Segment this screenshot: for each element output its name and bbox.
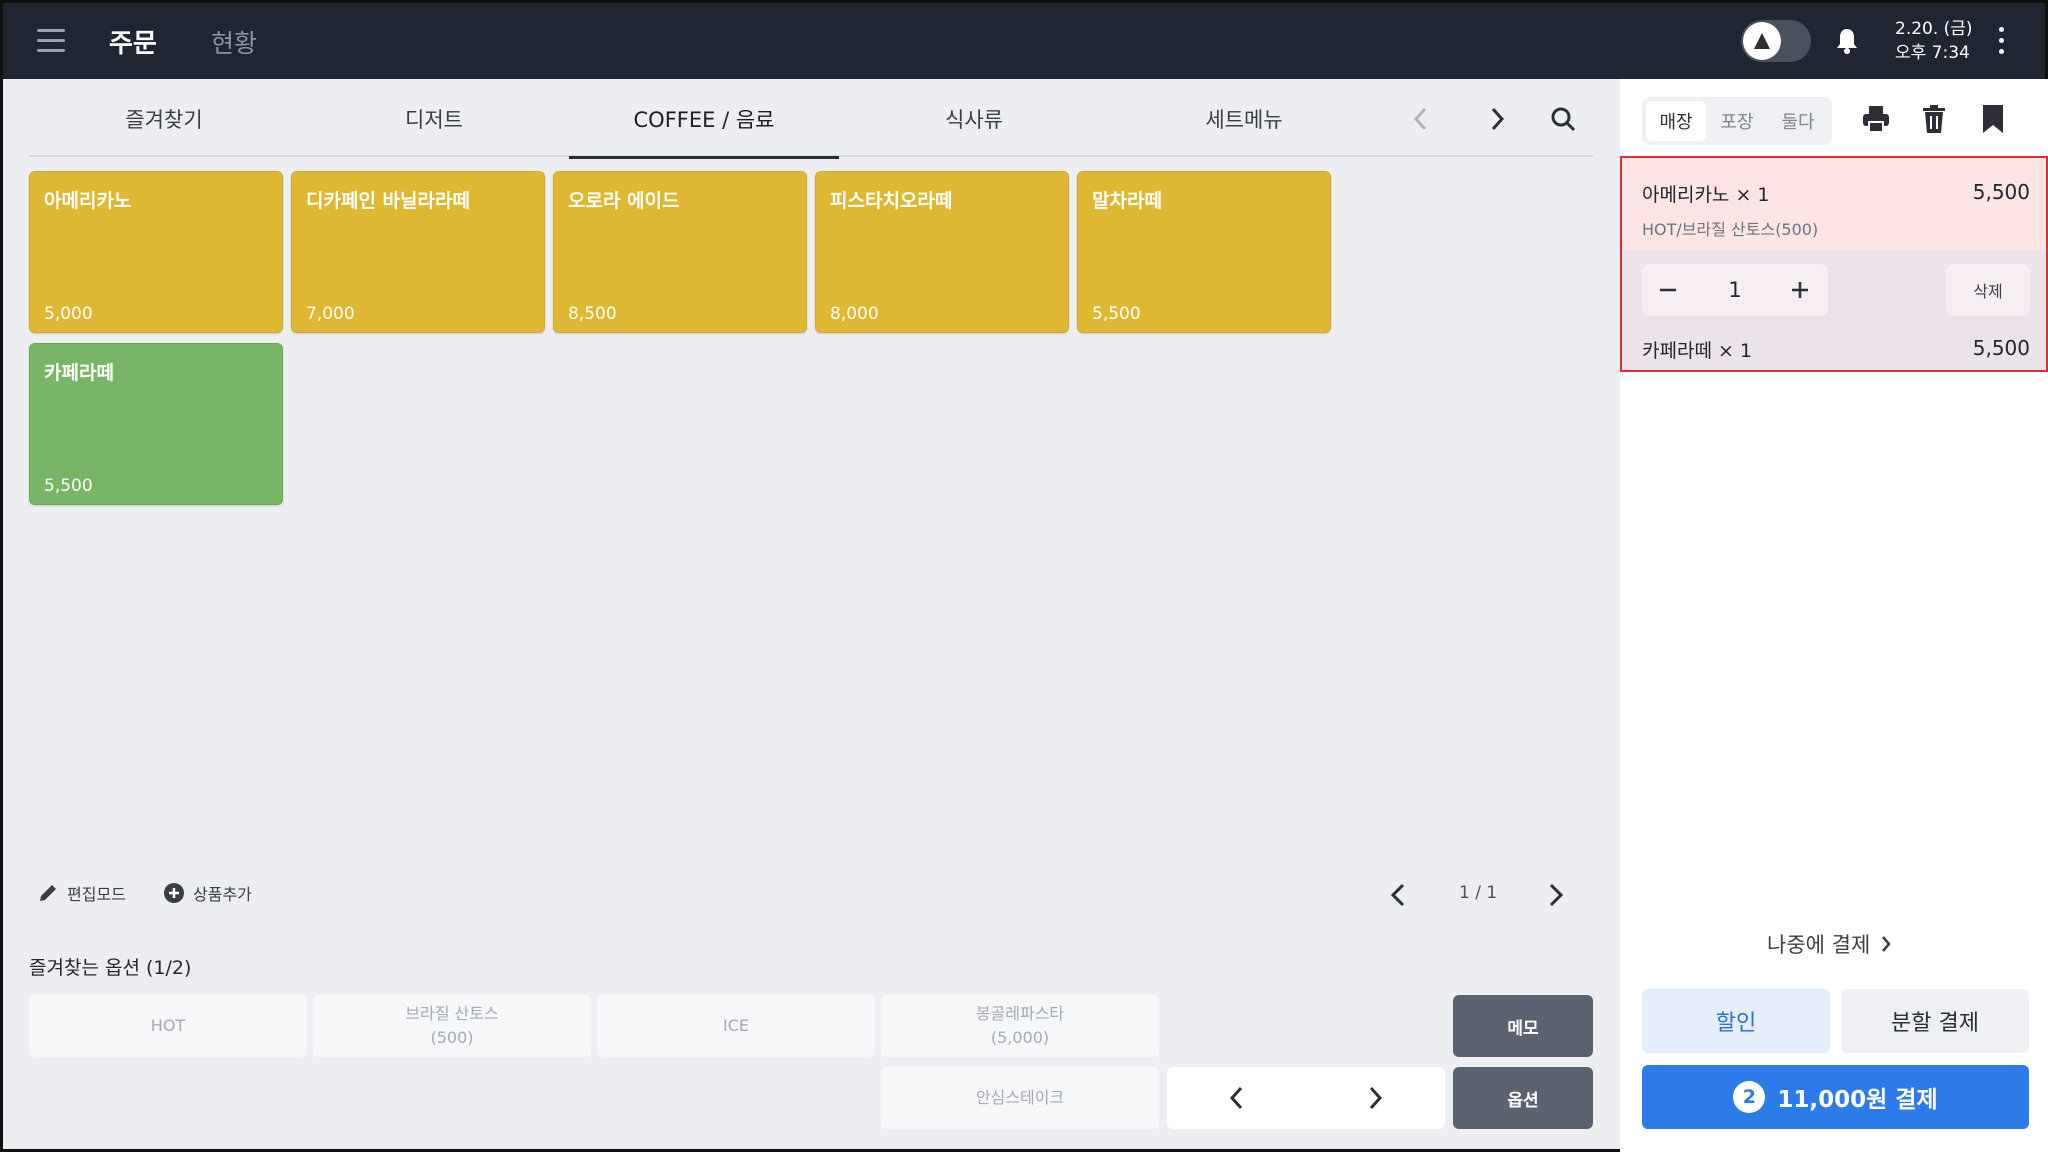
product-price: 8,500 [568,304,617,324]
quantity-value: 1 [1728,278,1742,302]
pay-button[interactable]: 2 11,000원 결제 [1642,1065,2029,1129]
tab-set-menu[interactable]: 세트메뉴 [1109,81,1379,157]
favorite-options-title: 즐겨찾는 옵션 (1/2) [29,957,192,979]
add-product-button[interactable]: 상품추가 [163,881,252,905]
product-name: 디카페인 바닐라라떼 [306,190,470,212]
option-pager [1167,1067,1445,1129]
product-tile[interactable]: 디카페인 바닐라라떼 7,000 [291,171,545,333]
order-item-selected[interactable]: 아메리카노 × 1 5,500 HOT/브라질 산토스(500) [1622,158,2046,250]
edit-mode-label: 편집모드 [67,885,126,904]
plus-icon[interactable] [1774,264,1826,316]
bookmark-icon[interactable] [1975,101,2011,137]
pencil-icon [40,885,56,901]
pay-label: 11,000원 결제 [1777,1087,1938,1113]
option-button[interactable]: ICE [597,995,875,1057]
option-price: (500) [430,1028,474,1047]
order-item-option: HOT/브라질 산토스(500) [1642,220,1819,239]
option-price: (5,000) [990,1028,1050,1047]
option-button-main[interactable]: 옵션 [1453,1067,1593,1129]
product-price: 8,000 [830,304,879,324]
chevron-right-icon [1882,936,1891,952]
segment-takeout[interactable]: 포장 [1707,101,1767,141]
product-price: 7,000 [306,304,355,324]
tab-coffee[interactable]: COFFEE / 음료 [569,81,839,159]
product-name: 카페라떼 [44,362,114,384]
pos-window: 주문 현황 2.20. (금) 오후 7:34 즐겨찾기 디저트 COFFEE … [0,0,2048,1152]
order-item-name[interactable]: 카페라떼 × 1 [1642,336,1752,363]
page-indicator: 1 / 1 [1459,883,1498,903]
quantity-stepper: 1 [1642,264,1828,316]
product-tile[interactable]: 말차라떼 5,500 [1077,171,1331,333]
tab-meal[interactable]: 식사류 [839,81,1109,157]
more-icon[interactable] [1999,27,2007,55]
option-button[interactable]: 브라질 산토스 (500) [313,995,591,1057]
split-payment-button[interactable]: 분할 결제 [1841,989,2029,1053]
edit-mode-button[interactable]: 편집모드 [37,881,126,905]
product-price: 5,000 [44,304,93,324]
minus-icon[interactable] [1642,264,1694,316]
trash-icon[interactable] [1916,101,1952,137]
page-next-icon[interactable] [1541,875,1571,919]
delete-button[interactable]: 삭제 [1946,264,2030,316]
order-item-price: 5,500 [1972,336,2030,360]
date-text: 2.20. (금) [1895,19,1973,39]
product-price: 5,500 [1092,304,1141,324]
search-icon[interactable] [1543,99,1583,139]
option-label: 봉골레파스타 [975,1004,1065,1023]
page-prev-icon[interactable] [1383,875,1413,919]
item-count-badge: 2 [1733,1081,1766,1113]
order-item-name: 아메리카노 × 1 [1642,184,1770,206]
option-label: HOT [150,1016,186,1035]
order-items-highlight: 아메리카노 × 1 5,500 HOT/브라질 산토스(500) 1 삭제 카페… [1620,156,2048,372]
tabs-next-icon[interactable] [1477,99,1517,139]
option-label: ICE [723,1016,749,1035]
options-prev-icon[interactable] [1225,1083,1249,1113]
product-tile[interactable]: 카페라떼 5,500 [29,343,283,505]
option-label: 브라질 산토스 [405,1004,499,1023]
option-label: 안심스테이크 [975,1088,1065,1107]
memo-button[interactable]: 메모 [1453,995,1593,1057]
product-price: 5,500 [44,476,93,496]
product-name: 오로라 에이드 [568,190,680,212]
product-name: 아메리카노 [44,190,132,212]
add-product-label: 상품추가 [193,885,252,904]
pay-later-label: 나중에 결제 [1767,933,1871,957]
tab-dessert[interactable]: 디저트 [299,81,569,157]
time-text: 오후 7:34 [1895,43,1970,63]
product-name: 피스타치오라떼 [830,190,953,212]
datetime: 2.20. (금) 오후 7:34 [1895,17,1973,65]
product-tile[interactable]: 피스타치오라떼 8,000 [815,171,1069,333]
nav-status[interactable]: 현황 [211,24,257,60]
segment-both[interactable]: 둘다 [1768,101,1828,141]
option-button[interactable]: HOT [29,995,307,1057]
tabs-prev-icon[interactable] [1401,99,1441,139]
product-tile[interactable]: 아메리카노 5,000 [29,171,283,333]
product-tile[interactable]: 오로라 에이드 8,500 [553,171,807,333]
nav-order[interactable]: 주문 [109,23,157,60]
product-name: 말차라떼 [1092,190,1162,212]
option-button[interactable]: 봉골레파스타 (5,000) [881,995,1159,1057]
options-next-icon[interactable] [1363,1083,1387,1113]
segment-dine-in[interactable]: 매장 [1646,101,1706,141]
category-tabs: 즐겨찾기 디저트 COFFEE / 음료 식사류 세트메뉴 [29,81,1593,159]
pay-later-button[interactable]: 나중에 결제 [1767,929,1892,959]
plus-circle-icon [164,883,184,903]
discount-button[interactable]: 할인 [1642,989,1830,1053]
mode-toggle[interactable] [1741,20,1811,62]
option-button[interactable]: 안심스테이크 [881,1067,1159,1129]
bell-icon[interactable] [1831,25,1863,57]
toggle-knob-icon [1743,22,1781,60]
order-item-price: 5,500 [1972,180,2030,204]
menu-icon[interactable] [37,29,65,53]
print-icon[interactable] [1858,101,1894,137]
top-bar: 주문 현황 2.20. (금) 오후 7:34 [3,3,2045,79]
tab-favorites[interactable]: 즐겨찾기 [29,81,299,157]
order-type-segment: 매장 포장 둘다 [1642,97,1832,145]
